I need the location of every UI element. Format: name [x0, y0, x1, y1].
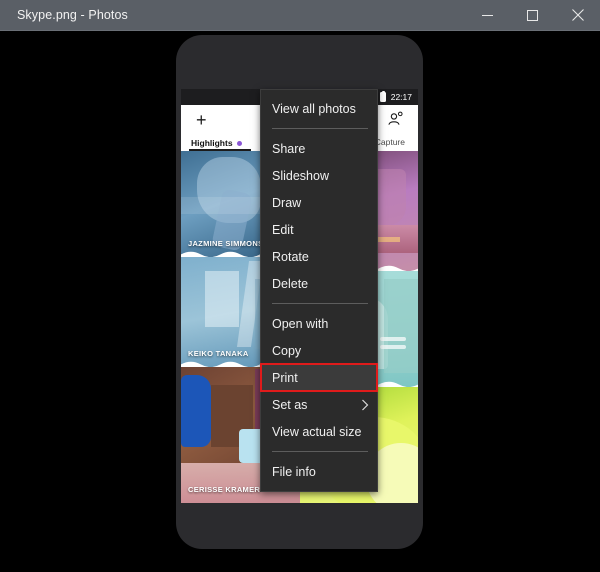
maximize-button[interactable] [510, 0, 555, 31]
minimize-button[interactable] [465, 0, 510, 31]
menu-item-label: Draw [272, 195, 302, 210]
menu-separator-1 [272, 128, 368, 129]
context-menu[interactable]: View all photos Share Slideshow Draw Edi… [260, 89, 378, 492]
menu-item-label: Open with [272, 316, 329, 331]
status-bar-time: 22:17 [390, 92, 412, 102]
highlights-badge-dot [236, 140, 242, 146]
chevron-right-icon [361, 399, 369, 411]
menu-item-view-actual-size[interactable]: View actual size [261, 418, 377, 445]
menu-item-file-info[interactable]: File info [261, 458, 377, 485]
highlight-author-name: JAZMINE SIMMONS [188, 239, 264, 248]
menu-item-label: Set as [272, 397, 308, 412]
photo-viewer-canvas[interactable]: JAZMINE SIMMONS KEIKO TANAKA CERISSE KRA… [0, 31, 600, 572]
menu-item-edit[interactable]: Edit [261, 216, 377, 243]
battery-icon [379, 91, 386, 102]
menu-item-draw[interactable]: Draw [261, 189, 377, 216]
menu-item-view-all-photos[interactable]: View all photos [261, 95, 377, 122]
menu-separator-2 [272, 303, 368, 304]
highlight-author-name: CERISSE KRAMER [188, 485, 261, 494]
menu-item-label: Share [272, 141, 306, 156]
window-controls [465, 0, 600, 31]
menu-item-label: Print [272, 370, 298, 385]
menu-item-label: View all photos [272, 101, 356, 116]
tab-highlights-label: Highlights [191, 138, 233, 148]
menu-item-open-with[interactable]: Open with [261, 310, 377, 337]
menu-item-delete[interactable]: Delete [261, 270, 377, 297]
tab-highlights[interactable]: Highlights [191, 138, 242, 148]
menu-item-rotate[interactable]: Rotate [261, 243, 377, 270]
menu-item-label: Rotate [272, 249, 309, 264]
menu-item-print[interactable]: Print [260, 363, 378, 392]
menu-item-set-as[interactable]: Set as [261, 391, 377, 418]
close-button[interactable] [555, 0, 600, 31]
plus-icon[interactable]: + [196, 111, 212, 129]
menu-item-label: File info [272, 464, 316, 479]
person-add-icon[interactable] [387, 111, 404, 133]
menu-item-label: View actual size [272, 424, 362, 439]
photos-app-window: Skype.png - Photos JAZMINE SIMMONS KEIKO… [0, 0, 600, 572]
window-title: Skype.png - Photos [17, 8, 128, 22]
menu-item-share[interactable]: Share [261, 135, 377, 162]
title-bar: Skype.png - Photos [0, 0, 600, 31]
menu-item-slideshow[interactable]: Slideshow [261, 162, 377, 189]
menu-separator-3 [272, 451, 368, 452]
menu-item-label: Slideshow [272, 168, 329, 183]
menu-item-label: Delete [272, 276, 309, 291]
menu-item-label: Copy [272, 343, 302, 358]
highlight-author-name: KEIKO TANAKA [188, 349, 249, 358]
menu-item-label: Edit [272, 222, 294, 237]
tab-capture[interactable]: Capture [375, 137, 405, 147]
menu-item-copy[interactable]: Copy [261, 337, 377, 364]
tab-selected-underline [189, 149, 251, 151]
